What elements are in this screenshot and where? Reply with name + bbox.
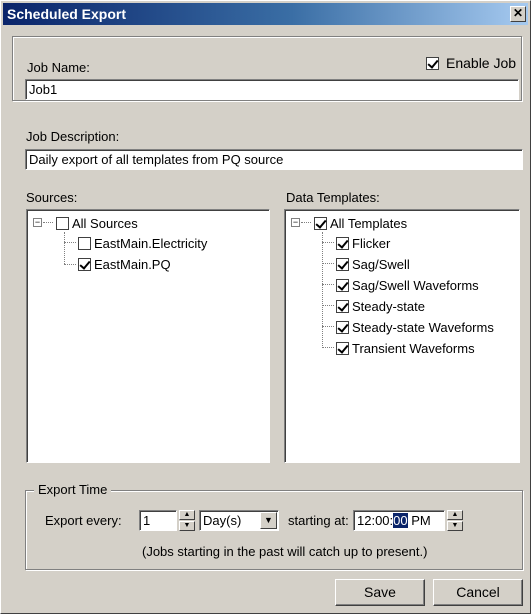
tree-line [322, 232, 323, 348]
tree-line [43, 222, 53, 223]
node-label: EastMain.Electricity [94, 235, 208, 251]
scheduled-export-dialog: Scheduled Export ✕ Job Name: Enable Job … [0, 0, 531, 614]
tree-line [322, 242, 334, 243]
node-label: Sag/Swell Waveforms [352, 277, 479, 293]
tree-node-template[interactable]: Sag/Swell [336, 255, 410, 273]
tree-node-template[interactable]: Sag/Swell Waveforms [336, 276, 479, 294]
tree-node-source[interactable]: EastMain.Electricity [78, 234, 207, 252]
checkbox-icon[interactable] [56, 216, 69, 230]
time-seconds-selected: 00 [393, 513, 408, 528]
tree-node-all-sources[interactable]: All Sources [56, 214, 138, 232]
checkbox-icon[interactable] [336, 236, 349, 250]
close-icon[interactable]: ✕ [510, 6, 526, 22]
export-time-legend: Export Time [34, 482, 112, 497]
job-description-input[interactable]: Daily export of all templates from PQ so… [25, 149, 523, 170]
tree-node-source[interactable]: EastMain.PQ [78, 255, 171, 273]
node-label: Steady-state Waveforms [352, 319, 494, 335]
data-templates-label: Data Templates: [286, 190, 380, 205]
spin-down-icon[interactable]: ▼ [179, 521, 195, 531]
node-label: All Templates [330, 215, 408, 231]
templates-tree[interactable]: − All Templates Flicker Sag/Swell Sag/Sw… [284, 209, 520, 463]
node-label: EastMain.PQ [94, 256, 171, 272]
node-label: Steady-state [352, 298, 425, 314]
tree-line [301, 222, 311, 223]
job-name-label: Job Name: [27, 60, 90, 75]
tree-node-template[interactable]: Transient Waveforms [336, 339, 475, 357]
catch-up-note: (Jobs starting in the past will catch up… [142, 544, 428, 559]
checkbox-icon[interactable] [78, 257, 91, 271]
job-description-label: Job Description: [26, 129, 120, 144]
sources-tree[interactable]: − All Sources EastMain.Electricity EastM… [26, 209, 270, 463]
spin-up-icon[interactable]: ▲ [179, 510, 195, 520]
checkbox-icon[interactable] [336, 299, 349, 313]
save-button[interactable]: Save [335, 579, 425, 606]
node-label: Transient Waveforms [352, 340, 475, 356]
job-name-input[interactable]: Job1 [25, 79, 519, 100]
node-label: Flicker [352, 235, 391, 251]
starting-at-label: starting at: [288, 513, 349, 528]
node-label: Sag/Swell [352, 256, 410, 272]
checkbox-icon[interactable] [314, 216, 327, 230]
tree-line [64, 232, 65, 264]
title-bar: Scheduled Export ✕ [3, 3, 528, 25]
time-hours-minutes: 12:00: [357, 513, 394, 528]
enable-job-check-icon[interactable] [426, 56, 439, 70]
cancel-button[interactable]: Cancel [433, 579, 523, 606]
tree-line [64, 264, 76, 265]
export-every-input[interactable]: 1 [139, 510, 177, 531]
tree-node-template[interactable]: Flicker [336, 234, 390, 252]
spin-down-icon[interactable]: ▼ [447, 521, 463, 531]
tree-node-template[interactable]: Steady-state [336, 297, 425, 315]
checkbox-icon[interactable] [336, 278, 349, 292]
collapse-icon[interactable]: − [291, 218, 300, 227]
window-title: Scheduled Export [7, 6, 127, 22]
collapse-icon[interactable]: − [33, 218, 42, 227]
chevron-down-icon[interactable]: ▼ [260, 512, 277, 529]
interval-unit-value: Day(s) [203, 513, 242, 528]
tree-line [322, 347, 334, 348]
checkbox-icon[interactable] [336, 341, 349, 355]
interval-unit-select[interactable]: Day(s) ▼ [199, 510, 279, 531]
enable-job-label: Enable Job [446, 55, 517, 71]
node-label: All Sources [72, 215, 138, 231]
start-time-spinner[interactable]: ▲ ▼ [447, 510, 463, 531]
tree-line [322, 263, 334, 264]
tree-line [64, 242, 76, 243]
spin-up-icon[interactable]: ▲ [447, 510, 463, 520]
checkbox-icon[interactable] [336, 320, 349, 334]
tree-node-all-templates[interactable]: All Templates [314, 214, 407, 232]
export-every-label: Export every: [45, 513, 122, 528]
time-ampm: PM [407, 513, 431, 528]
tree-line [322, 305, 334, 306]
tree-line [322, 284, 334, 285]
checkbox-icon[interactable] [78, 236, 91, 250]
export-every-spinner[interactable]: ▲ ▼ [179, 510, 195, 531]
start-time-input[interactable]: 12:00:00 PM [353, 510, 445, 531]
tree-node-template[interactable]: Steady-state Waveforms [336, 318, 494, 336]
tree-line [322, 326, 334, 327]
sources-label: Sources: [26, 190, 78, 205]
checkbox-icon[interactable] [336, 257, 349, 271]
enable-job-checkbox[interactable]: Enable Job [426, 55, 516, 71]
